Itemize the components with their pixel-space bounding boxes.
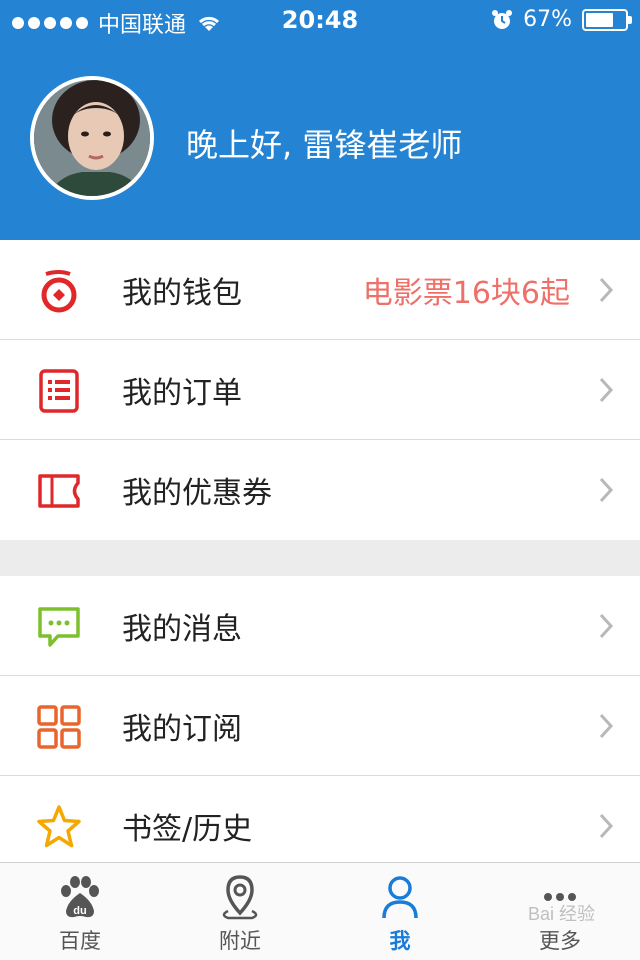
menu-item-bookmarks-history[interactable]: 书签/历史	[0, 776, 640, 876]
message-icon	[38, 607, 80, 647]
menu-item-messages[interactable]: 我的消息	[0, 576, 640, 676]
chevron-right-icon	[599, 613, 614, 638]
tab-label: 我	[389, 929, 411, 953]
menu-item-label: 我的订阅	[122, 711, 242, 747]
menu-item-label: 我的优惠券	[122, 476, 272, 511]
menu-item-coupons[interactable]: 我的优惠券	[0, 440, 640, 540]
wallet-icon	[41, 270, 77, 313]
menu-item-label: 我的订单	[122, 375, 242, 411]
menu-item-label: 我的消息	[122, 611, 242, 647]
chevron-right-icon	[599, 477, 614, 503]
profile-header: 中国联通 20:48 67% 晚上好, 雷锋崔老师	[0, 0, 640, 240]
tab-label: 百度	[59, 929, 101, 953]
menu-item-orders[interactable]: 我的订单	[0, 340, 640, 440]
order-list-icon	[39, 369, 79, 413]
avatar[interactable]	[30, 76, 154, 200]
chevron-right-icon	[599, 813, 614, 839]
avatar-photo	[34, 80, 150, 196]
battery-percent: 67%	[523, 7, 572, 32]
menu-item-wallet[interactable]: 我的钱包 电影票16块6起	[0, 240, 640, 340]
location-pin-icon	[222, 875, 258, 920]
tab-label: 更多	[539, 929, 581, 953]
star-icon	[37, 805, 81, 848]
tab-label: 附近	[219, 929, 261, 953]
battery-icon	[582, 8, 632, 31]
tab-baidu[interactable]: du 百度	[0, 863, 160, 960]
status-right: 67%	[491, 7, 632, 32]
coupon-icon	[38, 474, 80, 508]
status-bar: 中国联通 20:48 67%	[0, 0, 640, 40]
battery-fill	[586, 12, 613, 27]
subscribe-grid-icon	[37, 705, 81, 749]
menu-group-secondary: 我的消息 我的订阅 书签/历史	[0, 576, 640, 876]
greeting-text: 晚上好, 雷锋崔老师	[186, 126, 463, 164]
baidu-paw-icon: du	[61, 876, 99, 918]
alarm-icon	[492, 9, 513, 29]
wallet-promo-text: 电影票16块6起	[362, 275, 570, 311]
menu-item-subscriptions[interactable]: 我的订阅	[0, 676, 640, 776]
chevron-right-icon	[599, 713, 614, 738]
tab-me[interactable]: 我	[320, 863, 480, 960]
menu-item-label: 我的钱包	[122, 275, 242, 311]
chevron-right-icon	[599, 377, 614, 402]
svg-text:du: du	[73, 905, 86, 917]
tab-nearby[interactable]: 附近	[160, 863, 320, 960]
watermark: Bai 经验	[528, 904, 596, 924]
menu-item-label: 书签/历史	[122, 812, 253, 847]
person-icon	[382, 876, 418, 919]
menu-group-primary: 我的钱包 电影票16块6起 我的订单 我的优惠券	[0, 240, 640, 540]
chevron-right-icon	[599, 277, 614, 302]
